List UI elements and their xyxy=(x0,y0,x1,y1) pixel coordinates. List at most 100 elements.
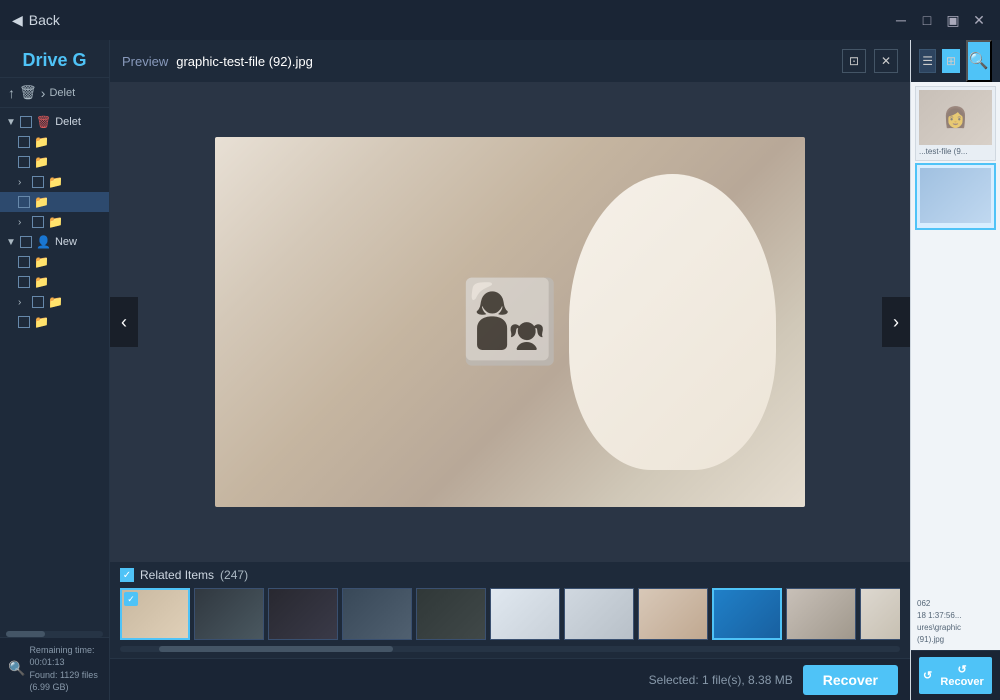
thumbnail-4[interactable] xyxy=(342,588,412,640)
preview-label: Preview xyxy=(122,54,168,69)
tree-checkbox[interactable] xyxy=(18,316,30,328)
preview-filename: graphic-test-file (92).jpg xyxy=(176,54,313,69)
footer-row: 🔍 Remaining time: 00:01:13 Found: 1129 f… xyxy=(8,644,101,694)
tree-checkbox[interactable] xyxy=(18,276,30,288)
preview-close-button[interactable]: ✕ xyxy=(874,49,898,73)
folder-icon: 📁 xyxy=(34,255,49,269)
file-meta-1: ...test-file (9... xyxy=(919,147,992,157)
grid-view-button[interactable]: ⊞ xyxy=(942,49,959,73)
maximize-button[interactable]: □ xyxy=(918,11,936,29)
related-header: Related Items (247) xyxy=(120,568,900,582)
expand-icon: › xyxy=(18,217,28,228)
list-view-button[interactable]: ☰ xyxy=(919,49,936,73)
folder-icon: 📁 xyxy=(34,315,49,329)
thumbnail-3[interactable] xyxy=(268,588,338,640)
tree-item-new[interactable]: ▼ 👤 New xyxy=(0,232,109,252)
preview-body: ‹ › xyxy=(110,82,910,562)
thumbnails-scrollbar[interactable] xyxy=(120,646,900,652)
tree-item-new-2[interactable]: 📁 xyxy=(0,272,109,292)
tree-item-deleted[interactable]: ▼ 🗑 Delet xyxy=(0,112,109,132)
recover-button[interactable]: Recover xyxy=(803,665,898,695)
title-bar: ◀ Back ─ □ ▣ ✕ xyxy=(0,0,1000,40)
breadcrumb: Delet xyxy=(49,87,75,99)
search-icon: 🔍 xyxy=(969,51,989,71)
right-meta-1: 062 xyxy=(917,598,994,610)
thumbnail-2[interactable] xyxy=(194,588,264,640)
tree-item-del-1[interactable]: 📁 xyxy=(0,132,109,152)
file-thumbnail-1: 👩 xyxy=(919,90,992,145)
tree-label-new: New xyxy=(55,236,77,248)
folder-icon: 📁 xyxy=(48,215,63,229)
right-recover-label: ↺ Recover xyxy=(936,663,988,688)
thumbnail-5[interactable] xyxy=(416,588,486,640)
tree-item-del-5[interactable]: › 📁 xyxy=(0,212,109,232)
preview-image xyxy=(215,137,805,507)
related-checkbox[interactable] xyxy=(120,568,134,582)
tree-checkbox[interactable] xyxy=(18,136,30,148)
folder-icon: 📁 xyxy=(34,155,49,169)
upload-icon[interactable]: ↑ xyxy=(8,85,15,101)
thumbnail-11[interactable] xyxy=(860,588,900,640)
tree-label-deleted: Delet xyxy=(55,116,81,128)
minimize-button[interactable]: ─ xyxy=(892,11,910,29)
preview-header: Preview graphic-test-file (92).jpg ⊡ ✕ xyxy=(110,40,910,82)
tree-item-del-2[interactable]: 📁 xyxy=(0,152,109,172)
tree-checkbox[interactable] xyxy=(32,176,44,188)
tree-checkbox[interactable] xyxy=(32,296,44,308)
thumbnail-6[interactable] xyxy=(490,588,560,640)
file-thumbnail-2 xyxy=(920,168,991,223)
folder-icon: 📁 xyxy=(48,175,63,189)
file-item-1[interactable]: 👩 ...test-file (9... xyxy=(915,86,996,161)
preview-prev-button[interactable]: ‹ xyxy=(110,297,138,347)
delete-icon[interactable]: 🗑 xyxy=(19,84,37,101)
tree-item-new-1[interactable]: 📁 xyxy=(0,252,109,272)
preview-overlay: Preview graphic-test-file (92).jpg ⊡ ✕ ‹… xyxy=(110,40,910,700)
tree-item-new-4[interactable]: 📁 xyxy=(0,312,109,332)
sidebar-footer: 🔍 Remaining time: 00:01:13 Found: 1129 f… xyxy=(0,637,109,700)
recover-icon: ↺ xyxy=(923,669,932,682)
remaining-time: Remaining time: 00:01:13 xyxy=(29,644,101,669)
tree-checkbox[interactable] xyxy=(18,256,30,268)
right-toolbar: ☰ ⊞ 🔍 xyxy=(911,40,1000,82)
thumbnail-1[interactable]: ✓ xyxy=(120,588,190,640)
tree-checkbox[interactable] xyxy=(18,196,30,208)
expand-icon: ▼ xyxy=(6,117,16,128)
file-grid: 👩 ...test-file (9... xyxy=(911,82,1000,594)
folder-icon: 📁 xyxy=(48,295,63,309)
tree-checkbox[interactable] xyxy=(20,236,32,248)
right-meta-3: ures\graphic xyxy=(917,622,994,634)
expand-icon: ▼ xyxy=(6,237,16,248)
thumbnails-row: ✓ › xyxy=(120,588,900,640)
thumbnail-7[interactable] xyxy=(564,588,634,640)
selected-info: Selected: 1 file(s), 8.38 MB xyxy=(649,673,793,687)
file-item-2[interactable] xyxy=(915,163,996,230)
tree-item-del-4[interactable]: 📁 xyxy=(0,192,109,212)
preview-next-button[interactable]: › xyxy=(882,297,910,347)
tree-item-del-3[interactable]: › 📁 xyxy=(0,172,109,192)
right-recover-button[interactable]: ↺ ↺ Recover xyxy=(919,657,992,694)
restore-button[interactable]: ▣ xyxy=(944,11,962,29)
tree-checkbox[interactable] xyxy=(18,156,30,168)
tree-item-new-3[interactable]: › 📁 xyxy=(0,292,109,312)
scroll-thumb xyxy=(159,646,393,652)
content-area: Preview graphic-test-file (92).jpg ⊡ ✕ ‹… xyxy=(110,40,910,700)
tree-checkbox[interactable] xyxy=(20,116,32,128)
thumbnail-9[interactable] xyxy=(712,588,782,640)
back-button[interactable]: ◀ Back xyxy=(12,12,60,29)
tree-area: ▼ 🗑 Delet 📁 📁 › 📁 📁 xyxy=(0,108,109,631)
thumbnail-10[interactable] xyxy=(786,588,856,640)
close-button[interactable]: ✕ xyxy=(970,11,988,29)
preview-resize-button[interactable]: ⊡ xyxy=(842,49,866,73)
expand-icon: › xyxy=(18,177,28,188)
search-button[interactable]: 🔍 xyxy=(966,40,992,82)
folder-icon: 📁 xyxy=(34,135,49,149)
thumb-check-icon: ✓ xyxy=(124,592,138,606)
right-panel: ☰ ⊞ 🔍 👩 ...test-file (9... 062 18 1:37:5… xyxy=(910,40,1000,700)
drive-label: Drive G xyxy=(8,50,101,71)
main-layout: Drive G ↑ 🗑 › Delet ▼ 🗑 Delet 📁 📁 xyxy=(0,40,1000,700)
related-label: Related Items xyxy=(140,568,214,582)
new-folder-icon: 👤 xyxy=(36,235,51,249)
thumbnail-8[interactable] xyxy=(638,588,708,640)
tree-checkbox[interactable] xyxy=(32,216,44,228)
folder-icon: 📁 xyxy=(34,195,49,209)
